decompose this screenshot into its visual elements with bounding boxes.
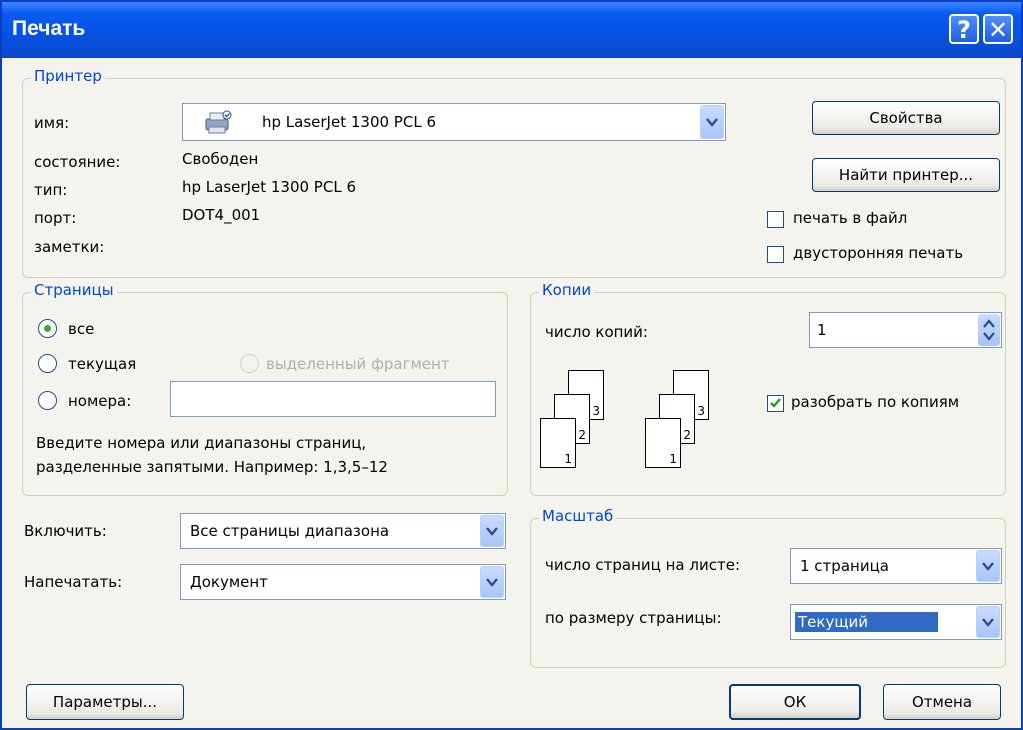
printer-name-value: hp LaserJet 1300 PCL 6 xyxy=(262,113,436,131)
collate-label[interactable]: разобрать по копиям xyxy=(791,393,959,411)
help-button[interactable]: ? xyxy=(949,14,979,44)
pages-hint-line2: разделенные запятыми. Например: 1,3,5–12 xyxy=(36,458,388,476)
port-value: DOT4_001 xyxy=(182,206,261,224)
pages-per-sheet-select[interactable]: 1 страница xyxy=(790,548,1002,584)
close-button[interactable]: ✕ xyxy=(983,14,1013,44)
checkmark-icon xyxy=(770,398,781,408)
print-what-select[interactable]: Документ xyxy=(180,564,506,600)
print-what-value: Документ xyxy=(190,573,268,591)
type-value: hp LaserJet 1300 PCL 6 xyxy=(182,178,356,196)
type-label: тип: xyxy=(34,181,68,199)
fit-to-page-label: по размеру страницы: xyxy=(545,609,722,627)
printer-legend: Принтер xyxy=(31,67,105,85)
pages-all-label[interactable]: все xyxy=(68,320,94,338)
cancel-button[interactable]: Отмена xyxy=(883,684,1001,720)
pages-current-label[interactable]: текущая xyxy=(68,355,136,373)
port-label: порт: xyxy=(34,209,77,227)
print-dialog: Печать ? ✕ Принтер имя: hp LaserJet 1300… xyxy=(0,0,1023,730)
scale-group: Масштаб xyxy=(530,507,1006,668)
window-title: Печать xyxy=(12,17,86,40)
copies-legend: Копии xyxy=(539,281,595,299)
pages-hint-line1: Введите номера или диапазоны страниц, xyxy=(36,434,367,452)
chevron-down-icon[interactable] xyxy=(976,606,1000,638)
status-value: Свободен xyxy=(182,150,259,168)
printer-name-select[interactable]: hp LaserJet 1300 PCL 6 xyxy=(182,103,726,141)
duplex-checkbox[interactable] xyxy=(767,246,784,263)
collated-page-1: 1 xyxy=(540,418,576,468)
pages-numbers-label[interactable]: номера: xyxy=(68,392,131,410)
pages-numbers-radio[interactable] xyxy=(38,391,57,410)
printer-icon xyxy=(203,110,233,140)
chevron-down-icon[interactable] xyxy=(976,550,1000,582)
copies-count-label: число копий: xyxy=(545,323,648,341)
dialog-content: Принтер имя: hp LaserJet 1300 PCL 6 сост… xyxy=(2,58,1021,728)
print-to-file-checkbox[interactable] xyxy=(767,211,784,228)
pages-current-radio[interactable] xyxy=(38,354,57,373)
print-to-file-label[interactable]: печать в файл xyxy=(793,209,907,227)
pages-legend: Страницы xyxy=(31,281,117,299)
fit-to-page-value: Текущий xyxy=(795,612,938,632)
chevron-down-icon[interactable] xyxy=(700,105,724,139)
status-label: состояние: xyxy=(34,153,121,171)
properties-button[interactable]: Свойства xyxy=(812,101,1000,135)
uncollated-page-1: 1 xyxy=(645,418,681,468)
pages-per-sheet-label: число страниц на листе: xyxy=(545,556,740,574)
title-bar[interactable]: Печать ? ✕ xyxy=(2,2,1021,58)
chevron-down-icon[interactable] xyxy=(480,515,504,547)
options-button[interactable]: Параметры... xyxy=(26,684,184,720)
fit-to-page-select[interactable]: Текущий xyxy=(790,604,1002,640)
pages-selection-radio xyxy=(240,354,259,373)
spinner-arrows-icon[interactable] xyxy=(978,314,1000,346)
scale-legend: Масштаб xyxy=(539,507,617,525)
uncollated-pages-illustration: 3 2 1 xyxy=(645,370,725,468)
include-select[interactable]: Все страницы диапазона xyxy=(180,513,506,549)
pages-selection-label: выделенный фрагмент xyxy=(266,355,450,373)
notes-label: заметки: xyxy=(34,238,105,256)
copies-count-spinner[interactable]: 1 xyxy=(809,312,1002,348)
pages-per-sheet-value: 1 страница xyxy=(800,557,889,575)
collated-pages-illustration: 3 2 1 xyxy=(540,370,620,468)
duplex-label[interactable]: двусторонняя печать xyxy=(793,244,963,262)
page-numbers-input[interactable] xyxy=(170,381,496,417)
include-label: Включить: xyxy=(24,522,107,540)
printer-name-label: имя: xyxy=(34,114,70,132)
print-what-label: Напечатать: xyxy=(24,573,123,591)
copies-count-value: 1 xyxy=(817,321,827,339)
chevron-down-icon[interactable] xyxy=(480,566,504,598)
find-printer-button[interactable]: Найти принтер... xyxy=(812,158,1000,192)
pages-all-radio[interactable] xyxy=(38,319,57,338)
include-value: Все страницы диапазона xyxy=(190,522,390,540)
collate-checkbox[interactable] xyxy=(767,395,784,412)
ok-button[interactable]: ОК xyxy=(729,684,861,720)
